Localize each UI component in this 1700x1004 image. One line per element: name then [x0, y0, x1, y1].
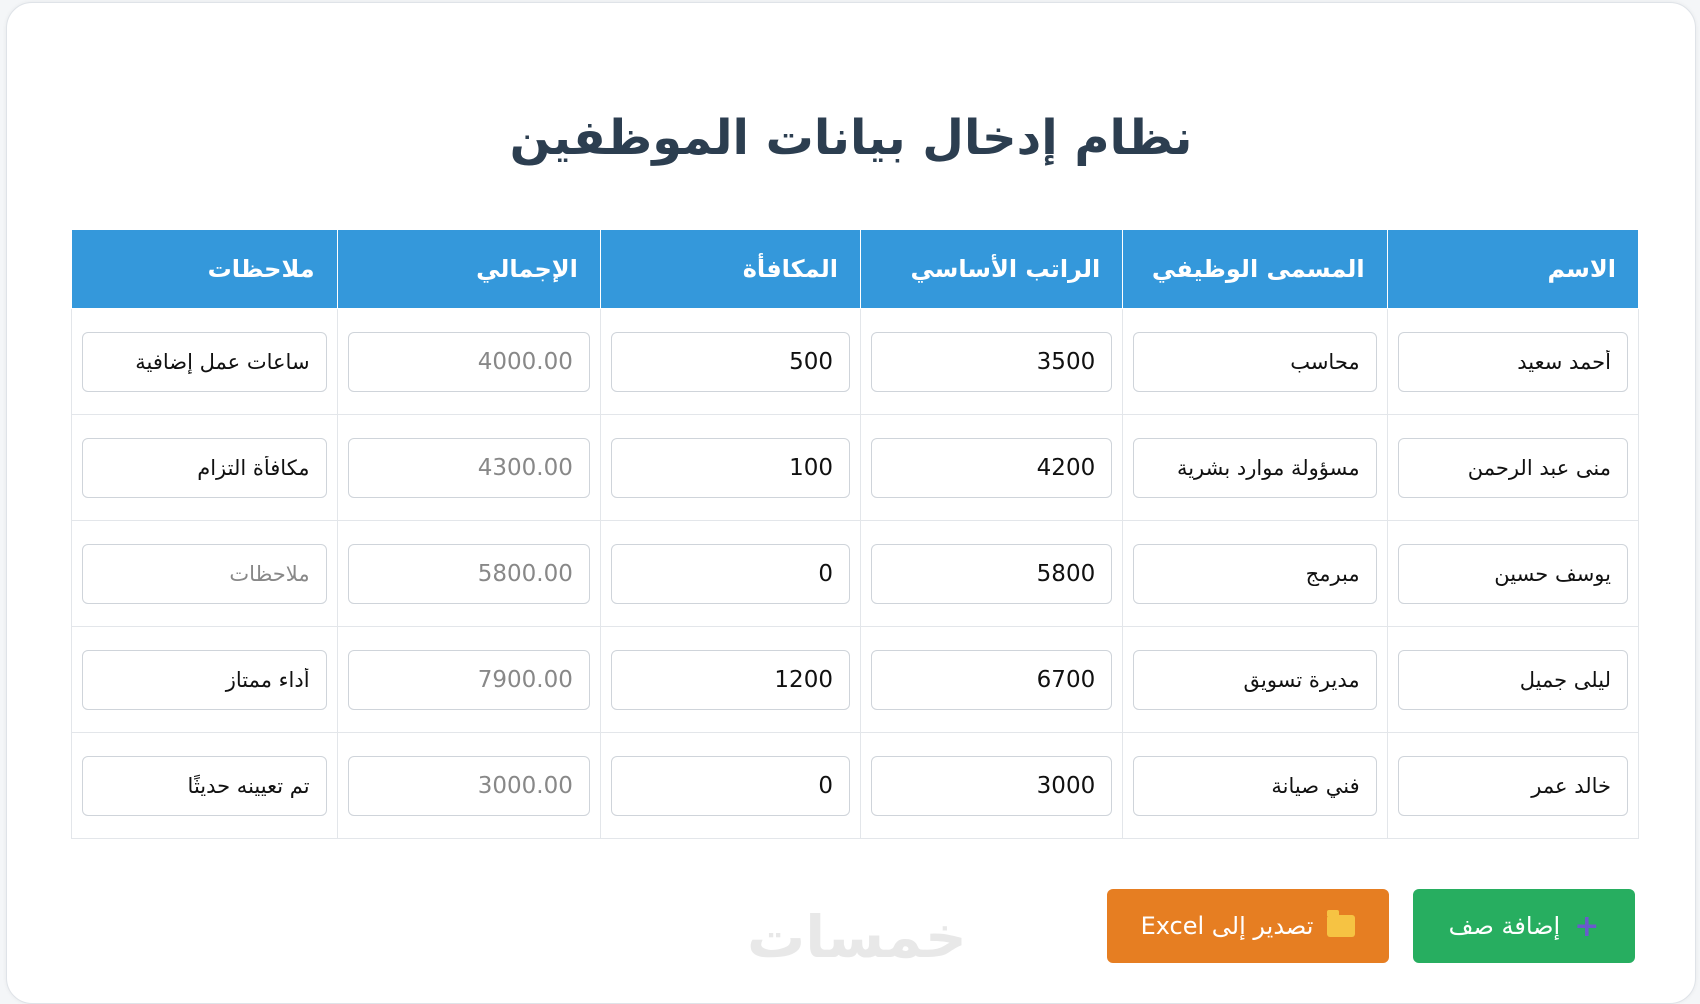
table-row [71, 626, 1640, 733]
watermark-logo: خمسات [747, 903, 967, 971]
job-title-input[interactable] [1133, 649, 1377, 710]
name-input[interactable] [1397, 649, 1628, 710]
base-salary-input[interactable] [870, 755, 1113, 816]
bonus-input[interactable] [610, 331, 850, 392]
notes-input[interactable] [82, 437, 327, 498]
notes-input[interactable] [82, 755, 327, 816]
base-salary-input[interactable] [870, 649, 1113, 710]
bonus-input[interactable] [610, 755, 850, 816]
base-salary-input[interactable] [870, 437, 1113, 498]
job-title-input[interactable] [1133, 331, 1377, 392]
total-field [347, 543, 590, 604]
header-base-salary: الراتب الأساسي [859, 229, 1124, 309]
header-job-title: المسمى الوظيفي [1122, 229, 1388, 309]
add-row-button[interactable]: + إضافة صف [1413, 889, 1635, 963]
employee-table: الاسم المسمى الوظيفي الراتب الأساسي المك… [71, 229, 1640, 839]
export-excel-button[interactable]: تصدير إلى Excel [1107, 889, 1389, 963]
base-salary-input[interactable] [870, 331, 1113, 392]
plus-icon: + [1574, 908, 1600, 944]
header-total: الإجمالي [336, 229, 601, 309]
bonus-input[interactable] [610, 543, 850, 604]
name-input[interactable] [1397, 755, 1628, 816]
total-field [347, 649, 590, 710]
bonus-input[interactable] [610, 649, 850, 710]
folder-icon [1327, 910, 1356, 937]
header-notes: ملاحظات [71, 229, 338, 309]
table-row [71, 308, 1640, 415]
notes-input[interactable] [82, 649, 327, 710]
bonus-input[interactable] [610, 437, 850, 498]
action-bar: + إضافة صف تصدير إلى Excel [1107, 889, 1635, 963]
header-bonus: المكافأة [599, 229, 861, 309]
base-salary-input[interactable] [870, 543, 1113, 604]
main-card: نظام إدخال بيانات الموظفين الاسم المسمى … [6, 2, 1696, 1004]
name-input[interactable] [1397, 331, 1628, 392]
export-label: تصدير إلى Excel [1140, 912, 1314, 940]
name-input[interactable] [1397, 437, 1628, 498]
table-row [71, 732, 1640, 839]
total-field [347, 437, 590, 498]
table-header-row: الاسم المسمى الوظيفي الراتب الأساسي المك… [71, 229, 1640, 309]
table-row [71, 520, 1640, 627]
notes-input[interactable] [82, 331, 327, 392]
name-input[interactable] [1397, 543, 1628, 604]
job-title-input[interactable] [1133, 543, 1377, 604]
total-field [347, 331, 590, 392]
notes-input[interactable] [82, 543, 327, 604]
add-row-label: إضافة صف [1448, 912, 1561, 940]
job-title-input[interactable] [1133, 755, 1377, 816]
table-row [71, 414, 1640, 521]
job-title-input[interactable] [1133, 437, 1377, 498]
total-field [347, 755, 590, 816]
page-title: نظام إدخال بيانات الموظفين [509, 110, 1193, 166]
header-name: الاسم [1386, 229, 1640, 309]
